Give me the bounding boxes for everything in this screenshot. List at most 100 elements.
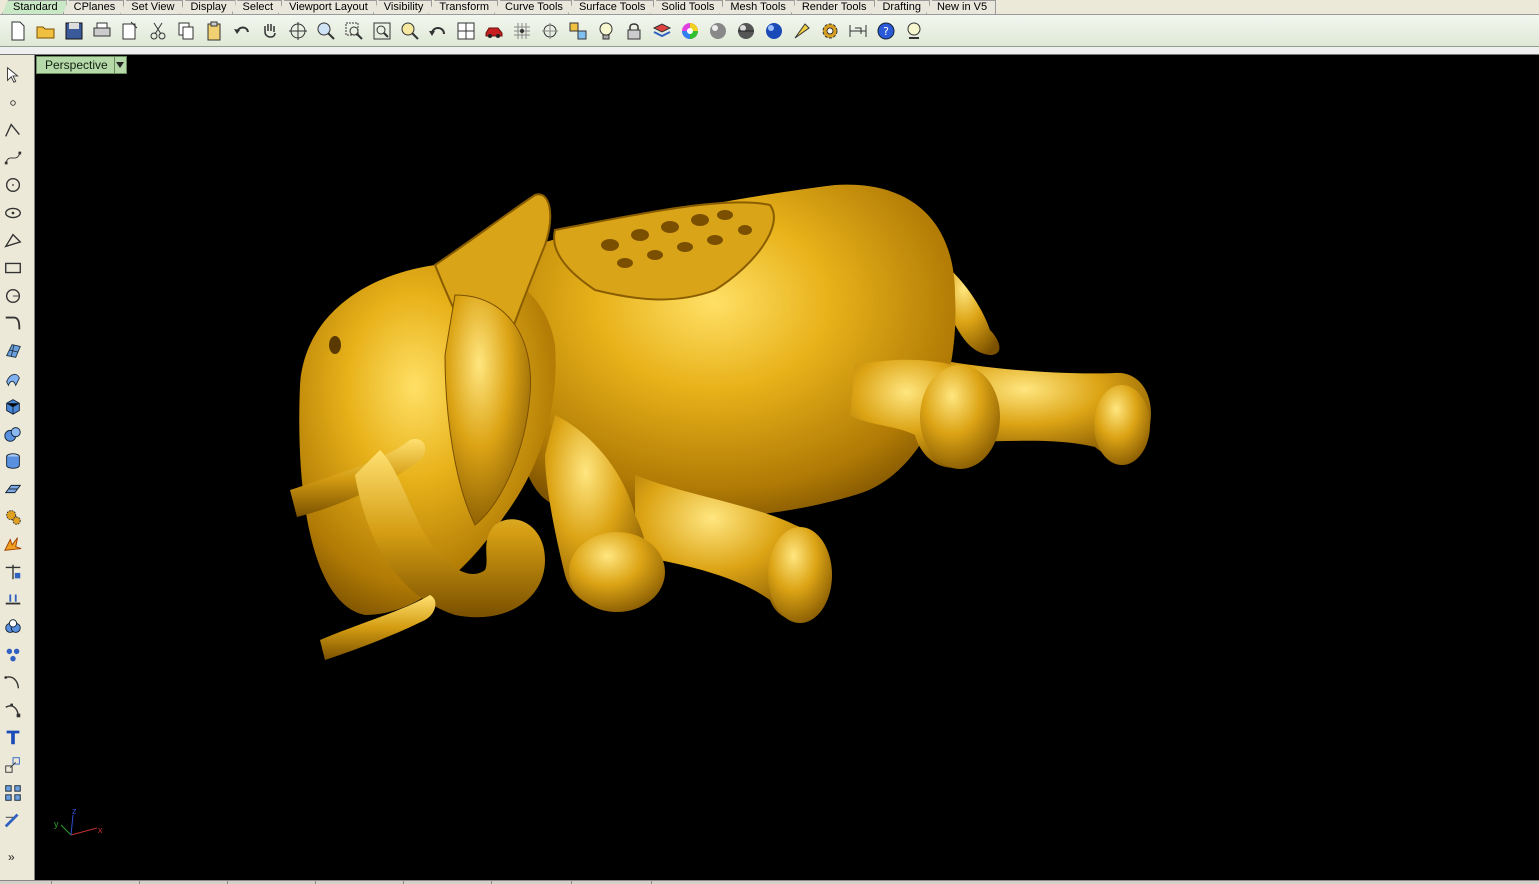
layer-button[interactable] — [648, 17, 676, 45]
zoom-selected-button[interactable] — [396, 17, 424, 45]
four-viewports-button[interactable] — [452, 17, 480, 45]
grid-snap-button[interactable] — [508, 17, 536, 45]
ellipse-tool[interactable] — [1, 201, 25, 225]
save-button[interactable] — [60, 17, 88, 45]
toolbar-tab-bar: Standard CPlanes Set View Display Select View… — [0, 0, 1539, 15]
print-icon — [93, 22, 111, 36]
help-button[interactable]: ? — [872, 17, 900, 45]
light-bulb-button[interactable] — [592, 17, 620, 45]
tab-solid-tools[interactable]: Solid Tools — [650, 0, 724, 14]
plane-surface-tool[interactable] — [1, 477, 25, 501]
group-icon — [6, 648, 20, 661]
tab-surface-tools[interactable]: Surface Tools — [567, 0, 655, 14]
tab-visibility[interactable]: Visibility — [372, 0, 433, 14]
mesh-gear-icon — [6, 509, 21, 525]
dimension-button[interactable] — [844, 17, 872, 45]
eye — [329, 336, 341, 354]
viewport-title-tab[interactable]: Perspective — [36, 56, 127, 74]
array-tool[interactable] — [1, 781, 25, 805]
lock-button[interactable] — [620, 17, 648, 45]
open-folder-icon — [36, 26, 55, 38]
expand-toolbar-button[interactable]: » — [8, 850, 15, 864]
print-button[interactable] — [88, 17, 116, 45]
fillet-curve-icon — [5, 317, 21, 330]
fillet-curve-tool[interactable] — [1, 311, 25, 335]
rotate-view-button[interactable] — [284, 17, 312, 45]
toolbar-divider — [0, 47, 1539, 55]
tab-new-in-v5[interactable]: New in V5 — [925, 0, 997, 14]
tab-viewport-layout[interactable]: Viewport Layout — [278, 0, 377, 14]
tab-curve-tools[interactable]: Curve Tools — [494, 0, 572, 14]
tab-drafting[interactable]: Drafting — [871, 0, 930, 14]
curve-edit-tool[interactable] — [1, 670, 25, 694]
circle-tool[interactable] — [1, 173, 25, 197]
cylinder-solid-icon — [6, 453, 20, 470]
import-button[interactable] — [116, 17, 144, 45]
viewport-title-label[interactable]: Perspective — [36, 56, 115, 74]
tab-mesh-tools[interactable]: Mesh Tools — [719, 0, 795, 14]
zoom-button[interactable] — [312, 17, 340, 45]
tab-select[interactable]: Select — [231, 0, 283, 14]
split-tool[interactable] — [1, 587, 25, 611]
select-arrow-tool[interactable] — [1, 63, 25, 87]
text-tool[interactable] — [1, 725, 25, 749]
shaded-sphere-button[interactable] — [704, 17, 732, 45]
options-gear-button[interactable] — [816, 17, 844, 45]
tab-set-view[interactable]: Set View — [120, 0, 184, 14]
lock-icon — [627, 22, 641, 39]
tab-display[interactable]: Display — [179, 0, 236, 14]
trim-tool[interactable] — [1, 560, 25, 584]
undo-view-button[interactable] — [424, 17, 452, 45]
import-icon — [122, 21, 138, 39]
triangle-down-icon — [116, 62, 125, 68]
render-blue-sphere-button[interactable] — [760, 17, 788, 45]
surface-grid-tool[interactable] — [1, 339, 25, 363]
pan-hand-button[interactable] — [256, 17, 284, 45]
scale-tool[interactable] — [1, 753, 25, 777]
color-wheel-button[interactable] — [676, 17, 704, 45]
front-foot-near — [569, 532, 665, 612]
tab-cplanes[interactable]: CPlanes — [62, 0, 125, 14]
four-viewports-icon — [457, 22, 475, 39]
cylinder-solid-tool[interactable] — [1, 449, 25, 473]
control-points-tool[interactable] — [1, 698, 25, 722]
sphere-solid-tool[interactable] — [1, 422, 25, 446]
curve-points-tool[interactable] — [1, 146, 25, 170]
tab-standard[interactable]: Standard — [2, 0, 67, 14]
elephant-model[interactable] — [35, 55, 1539, 880]
polygon-tool[interactable] — [1, 229, 25, 253]
paste-button[interactable] — [200, 17, 228, 45]
group-tool[interactable] — [1, 643, 25, 667]
rendered-sphere-button[interactable] — [732, 17, 760, 45]
axis-x-label: x — [98, 825, 103, 835]
mesh-gear-tool[interactable] — [1, 505, 25, 529]
surface-sweep-tool[interactable] — [1, 367, 25, 391]
polyline-tool[interactable] — [1, 118, 25, 142]
rectangle-tool[interactable] — [1, 256, 25, 280]
point-tool[interactable] — [1, 91, 25, 115]
curve-points-icon — [4, 151, 22, 165]
zoom-window-button[interactable] — [340, 17, 368, 45]
perspective-viewport[interactable]: Perspective x y z — [35, 55, 1539, 880]
boolean-union-tool[interactable] — [1, 615, 25, 639]
dimension-edit-tool[interactable] — [1, 808, 25, 832]
rhino-app-window: Standard CPlanes Set View Display Select View… — [0, 0, 1539, 884]
select-objects-button[interactable] — [564, 17, 592, 45]
explode-tool[interactable] — [1, 532, 25, 556]
viewport-menu-dropdown[interactable] — [114, 56, 127, 74]
object-snap-button[interactable] — [536, 17, 564, 45]
scale-icon — [5, 757, 20, 773]
box-solid-tool[interactable] — [1, 394, 25, 418]
undo-button[interactable] — [228, 17, 256, 45]
copy-button[interactable] — [172, 17, 200, 45]
zoom-extents-button[interactable] — [368, 17, 396, 45]
arc-tool[interactable] — [1, 284, 25, 308]
tab-render-tools[interactable]: Render Tools — [790, 0, 876, 14]
new-file-button[interactable] — [4, 17, 32, 45]
cut-button[interactable] — [144, 17, 172, 45]
car-button[interactable] — [480, 17, 508, 45]
customize-button[interactable] — [900, 17, 928, 45]
tab-transform[interactable]: Transform — [428, 0, 499, 14]
pointer-star-button[interactable] — [788, 17, 816, 45]
open-folder-button[interactable] — [32, 17, 60, 45]
